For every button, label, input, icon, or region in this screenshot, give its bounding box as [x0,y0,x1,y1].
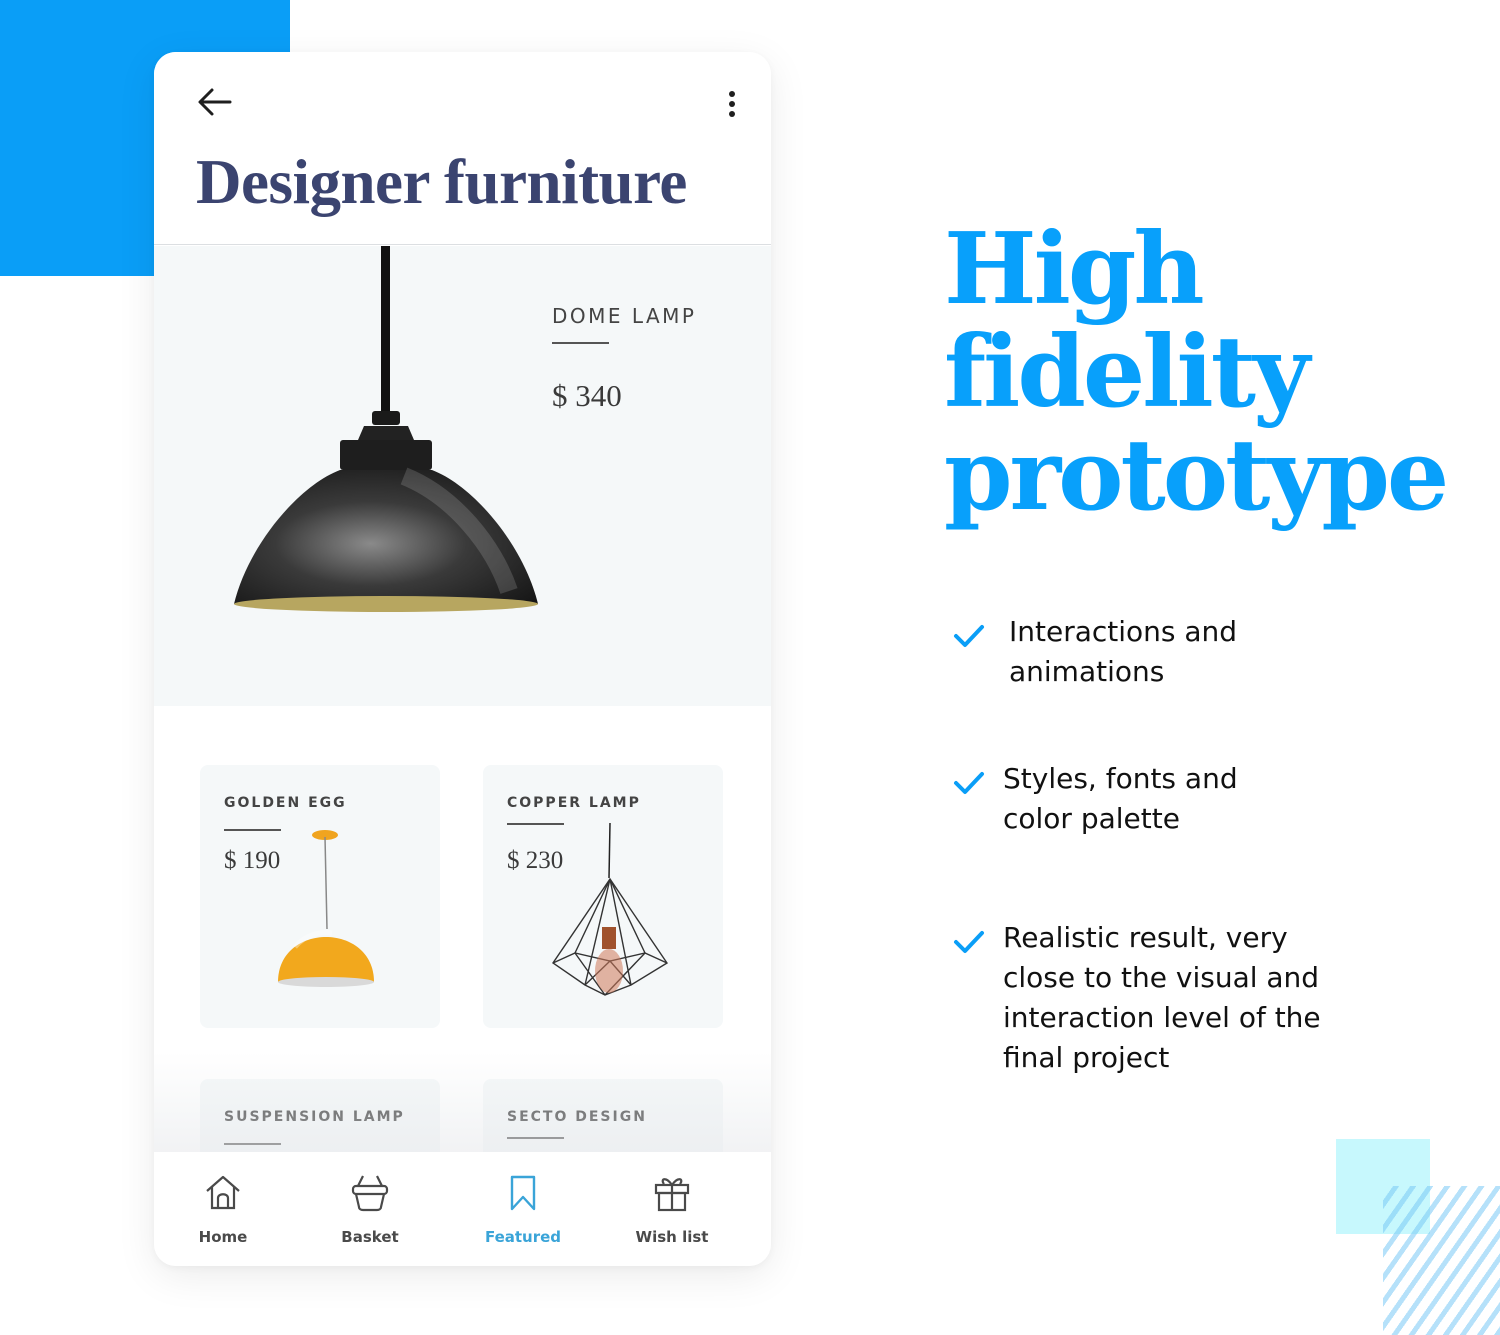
tab-featured[interactable]: Featured [468,1152,578,1266]
decorative-stripes [1383,1186,1500,1335]
divider [552,342,609,344]
feature-text-line: interaction level of the [1003,1001,1321,1034]
product-name: SUSPENSION LAMP [224,1109,405,1125]
feature-text-line: animations [1009,655,1165,688]
feature-text-line: Styles, fonts and [1003,762,1238,795]
tab-wish-list[interactable]: Wish list [617,1152,727,1266]
tab-label: Home [198,1228,248,1246]
tab-label: Featured [484,1228,562,1246]
bottom-tab-bar: Home Basket Featured Wish list [154,1152,771,1266]
gift-icon [654,1178,690,1212]
hero-product-name: DOME LAMP [552,304,697,328]
product-card[interactable]: GOLDEN EGG $ 190 [200,765,440,1028]
product-grid: GOLDEN EGG $ 190 COPPER LAMP $ 230 SUSPE… [154,706,771,1266]
check-icon [954,772,984,794]
tab-label: Wish list [635,1228,709,1246]
hero-product-price: $ 340 [552,378,622,413]
product-name: COPPER LAMP [507,795,641,811]
bookmark-icon [510,1175,536,1211]
feature-text: Styles, fonts and color palette [1003,759,1363,839]
product-card[interactable]: COPPER LAMP $ 230 [483,765,723,1028]
headline-line: High [944,212,1205,327]
page-title: Designer furniture [196,147,687,217]
feature-text-line: Interactions and [1009,615,1238,648]
basket-icon [351,1175,389,1212]
feature-text: Realistic result, very close to the visu… [1003,918,1363,1078]
arrow-left-icon [198,88,232,116]
copper-lamp-image [552,823,668,996]
phone-mockup: Designer furniture DOME LAMP $ 340 GOLDE… [154,52,771,1266]
tab-home[interactable]: Home [168,1152,278,1266]
check-icon [954,931,984,953]
home-icon [206,1175,240,1210]
dome-lamp-image [234,246,538,612]
feature-text-line: close to the visual and [1003,961,1320,994]
more-vertical-icon [729,91,735,117]
featured-product-hero[interactable]: DOME LAMP $ 340 [154,246,771,706]
headline: High fidelity prototype [944,212,1449,533]
back-button[interactable] [194,84,238,120]
tab-basket[interactable]: Basket [315,1152,425,1266]
headline-line: prototype [944,418,1449,533]
feature-text-line: color palette [1003,802,1180,835]
product-name: GOLDEN EGG [224,795,347,811]
check-icon [954,625,984,647]
headline-line: fidelity [944,315,1310,430]
more-options-button[interactable] [720,88,744,124]
feature-text-line: final project [1003,1041,1170,1074]
feature-text-line: Realistic result, very [1003,921,1288,954]
tab-label: Basket [341,1228,399,1246]
product-name: SECTO DESIGN [507,1109,647,1125]
feature-text: Interactions and animations [1009,612,1369,692]
divider [224,1143,281,1145]
app-header: Designer furniture [154,52,771,245]
divider [507,1137,564,1139]
yellow-lamp-image [278,830,374,987]
